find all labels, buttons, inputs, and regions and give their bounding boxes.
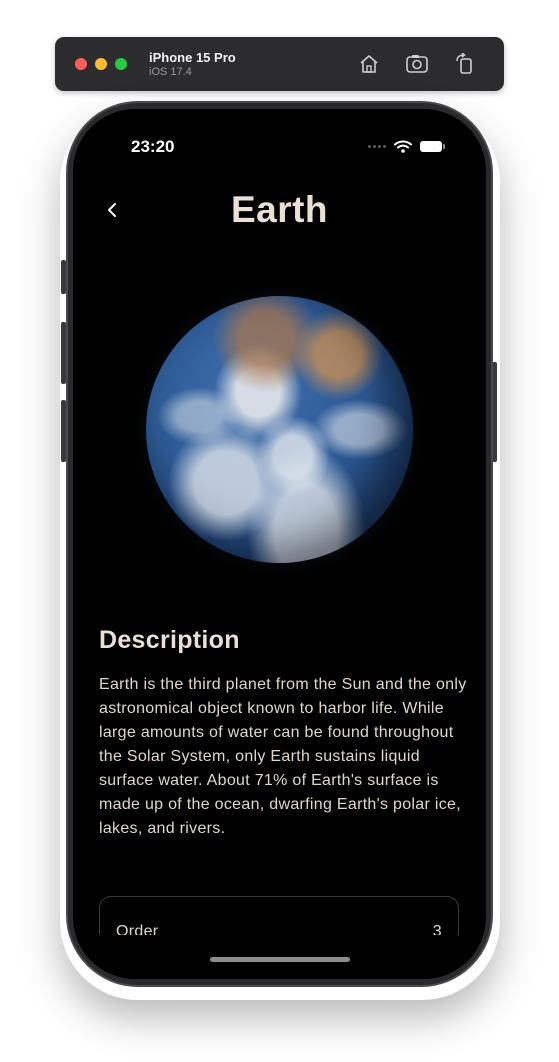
close-window-button[interactable] bbox=[75, 58, 87, 70]
device-name: iPhone 15 Pro bbox=[149, 49, 236, 65]
description-text: Earth is the third planet from the Sun a… bbox=[99, 676, 467, 837]
zoom-window-button[interactable] bbox=[115, 58, 127, 70]
home-icon bbox=[360, 55, 378, 73]
description-heading: Description bbox=[99, 626, 240, 654]
rotate-button[interactable] bbox=[452, 51, 478, 77]
simulator-actions bbox=[356, 51, 478, 77]
status-icons bbox=[368, 140, 445, 153]
simulator-toolbar: iPhone 15 Pro iOS 17.4 bbox=[55, 37, 504, 91]
home-button[interactable] bbox=[356, 51, 382, 77]
os-version: iOS 17.4 bbox=[149, 65, 192, 78]
phone-screen: 23:20 Earth Description Earth is the thi… bbox=[73, 109, 486, 979]
signal-icon bbox=[368, 145, 386, 148]
minimize-window-button[interactable] bbox=[95, 58, 107, 70]
home-indicator[interactable] bbox=[210, 957, 350, 962]
page-title: Earth bbox=[230, 189, 329, 230]
wifi-icon bbox=[394, 140, 412, 153]
status-time: 23:20 bbox=[131, 137, 175, 156]
screenshot-icon bbox=[406, 55, 428, 73]
earth-image bbox=[146, 296, 413, 563]
battery-icon bbox=[420, 141, 445, 152]
simulator-title: iPhone 15 Pro iOS 17.4 bbox=[149, 50, 236, 79]
screenshot-button[interactable] bbox=[404, 51, 430, 77]
rotate-icon bbox=[456, 53, 472, 74]
